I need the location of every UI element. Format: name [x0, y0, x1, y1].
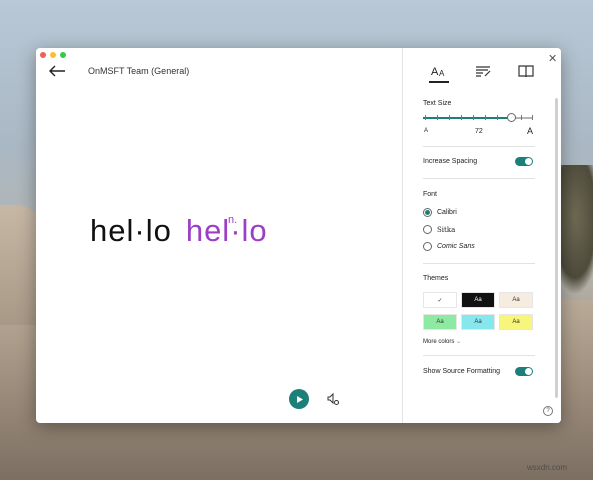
- font-radio-sitka[interactable]: [423, 225, 432, 234]
- back-arrow-icon[interactable]: [48, 65, 66, 77]
- theme-swatch-white[interactable]: ✓: [423, 292, 457, 308]
- divider: [423, 178, 535, 179]
- watermark: wsxdn.com: [527, 463, 568, 472]
- chevron-down-icon: ⌄: [456, 339, 462, 345]
- minimize-window-button[interactable]: [50, 52, 56, 58]
- text-size-heading: Text Size: [423, 100, 452, 107]
- text-options-icon: A A: [431, 66, 445, 78]
- reader-text: hel·lo hel·lo: [90, 213, 268, 249]
- play-button[interactable]: [289, 389, 309, 409]
- text-size-slider-thumb[interactable]: [507, 113, 516, 122]
- panel-scrollbar[interactable]: [555, 98, 558, 398]
- help-icon[interactable]: ?: [543, 406, 553, 416]
- theme-swatch-sepia[interactable]: Aa: [499, 292, 533, 308]
- maximize-window-button[interactable]: [60, 52, 66, 58]
- highlighted-word[interactable]: hel·lo: [186, 213, 268, 248]
- text-size-small-label: A: [424, 128, 429, 134]
- close-icon[interactable]: ✕: [548, 52, 557, 65]
- theme-swatch-cyan[interactable]: Aa: [461, 314, 495, 330]
- text-size-slider[interactable]: [423, 117, 533, 119]
- themes-heading: Themes: [423, 275, 449, 282]
- divider: [423, 263, 535, 264]
- play-icon: [296, 395, 303, 403]
- window-controls: [40, 52, 66, 58]
- font-radio-calibri[interactable]: [423, 208, 432, 217]
- tab-grammar-options[interactable]: [473, 61, 493, 81]
- font-heading: Font: [423, 191, 438, 198]
- more-colors-link[interactable]: More colors ⌄: [423, 338, 461, 345]
- tab-text-options[interactable]: A A: [429, 61, 449, 83]
- divider: [423, 355, 535, 356]
- text-size-value: 72: [475, 128, 483, 135]
- show-source-formatting-toggle[interactable]: [515, 367, 533, 376]
- divider: [423, 146, 535, 147]
- increase-spacing-toggle[interactable]: [515, 157, 533, 166]
- voice-settings-icon[interactable]: [326, 392, 340, 406]
- show-source-formatting-label: Show Source Formatting: [423, 368, 501, 375]
- svg-text:A: A: [431, 66, 439, 78]
- close-window-button[interactable]: [40, 52, 46, 58]
- grammar-tools-icon: [476, 66, 491, 77]
- reading-preferences-icon: [518, 65, 534, 78]
- theme-swatch-yellow[interactable]: Aa: [499, 314, 533, 330]
- immersive-reader-window: OnMSFT Team (General) n. hel·lo hel·lo ✕ …: [36, 48, 561, 423]
- font-option-sitka[interactable]: Sitka: [437, 226, 455, 234]
- text-size-large-label: A: [527, 126, 534, 136]
- page-title: OnMSFT Team (General): [88, 66, 190, 76]
- svg-text:A: A: [439, 69, 445, 78]
- syllable-word[interactable]: hel·lo: [90, 213, 172, 248]
- settings-panel: ✕ A A Text Size A 72 A Increase Spacing …: [402, 48, 561, 423]
- theme-swatch-green[interactable]: Aa: [423, 314, 457, 330]
- font-option-comic-sans[interactable]: Comic Sans: [437, 243, 475, 250]
- increase-spacing-label: Increase Spacing: [423, 158, 478, 165]
- theme-swatch-black[interactable]: Aa: [461, 292, 495, 308]
- font-radio-comic-sans[interactable]: [423, 242, 432, 251]
- tab-reading-preferences[interactable]: [516, 61, 536, 81]
- font-option-calibri[interactable]: Calibri: [437, 209, 457, 216]
